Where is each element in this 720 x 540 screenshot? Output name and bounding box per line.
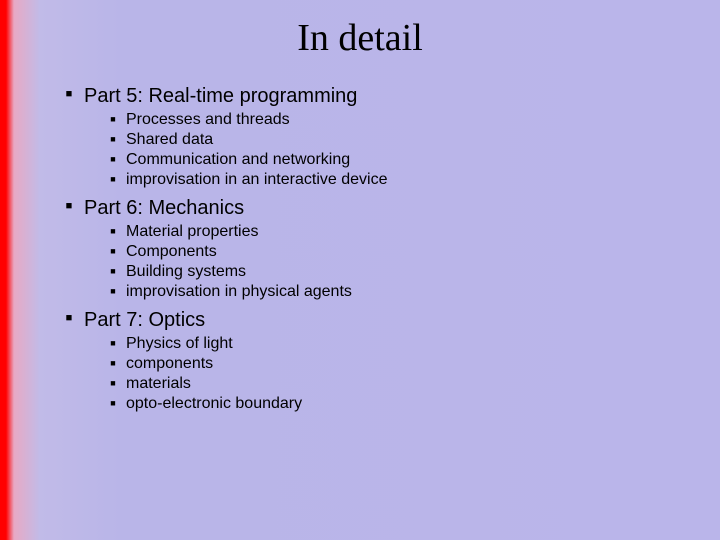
- square-bullet-icon: ■: [54, 84, 84, 104]
- list-item: ■ components: [100, 354, 387, 374]
- list-item: ■ improvisation in physical agents: [100, 282, 387, 302]
- square-bullet-icon: ■: [100, 334, 126, 352]
- slide-title: In detail: [0, 0, 720, 60]
- square-bullet-icon: ■: [100, 130, 126, 148]
- square-bullet-icon: ■: [54, 196, 84, 216]
- list-item: ■ Communication and networking: [100, 150, 387, 170]
- section-heading: ■ Part 6: Mechanics: [54, 196, 387, 220]
- slide-body: ■ Part 5: Real-time programming ■ Proces…: [54, 78, 387, 414]
- section-heading: ■ Part 5: Real-time programming: [54, 84, 387, 108]
- square-bullet-icon: ■: [100, 394, 126, 412]
- square-bullet-icon: ■: [100, 150, 126, 168]
- list-item: ■ improvisation in an interactive device: [100, 170, 387, 190]
- list-item: ■ Physics of light: [100, 334, 387, 354]
- square-bullet-icon: ■: [100, 222, 126, 240]
- square-bullet-icon: ■: [54, 308, 84, 328]
- list-item: ■ Processes and threads: [100, 110, 387, 130]
- section-heading: ■ Part 7: Optics: [54, 308, 387, 332]
- list-item: ■ Components: [100, 242, 387, 262]
- list-item: ■ opto-electronic boundary: [100, 394, 387, 414]
- square-bullet-icon: ■: [100, 374, 126, 392]
- list-item: ■ Shared data: [100, 130, 387, 150]
- square-bullet-icon: ■: [100, 354, 126, 372]
- list-item: ■ materials: [100, 374, 387, 394]
- square-bullet-icon: ■: [100, 170, 126, 188]
- list-item: ■ Material properties: [100, 222, 387, 242]
- slide: In detail ■ Part 5: Real-time programmin…: [0, 0, 720, 540]
- square-bullet-icon: ■: [100, 262, 126, 280]
- square-bullet-icon: ■: [100, 242, 126, 260]
- square-bullet-icon: ■: [100, 110, 126, 128]
- list-item: ■ Building systems: [100, 262, 387, 282]
- square-bullet-icon: ■: [100, 282, 126, 300]
